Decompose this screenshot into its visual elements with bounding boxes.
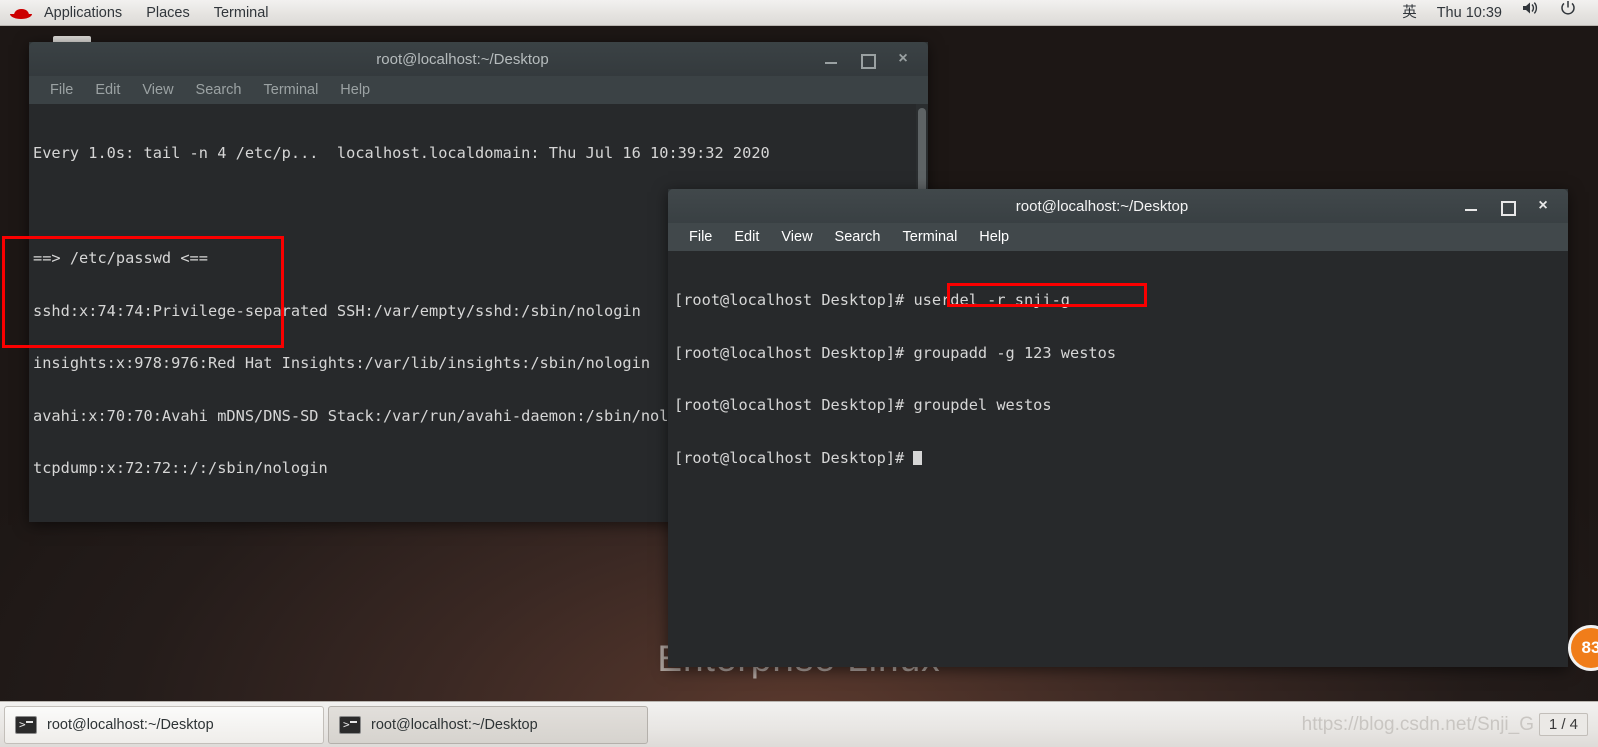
taskbar-button-label: root@localhost:~/Desktop — [371, 716, 538, 733]
menu-file[interactable]: File — [39, 80, 84, 100]
terminal-icon — [339, 715, 361, 734]
watch-header-line: Every 1.0s: tail -n 4 /etc/p... localhos… — [33, 144, 770, 162]
shell-line: [root@localhost Desktop]# userdel -r snj… — [674, 291, 1568, 310]
window2-title-bar[interactable]: root@localhost:~/Desktop × — [668, 189, 1568, 223]
menu-terminal[interactable]: Terminal — [892, 227, 969, 247]
input-method-indicator[interactable]: 英 — [1392, 0, 1427, 26]
window1-controls: × — [824, 51, 928, 69]
panel-menu-applications[interactable]: Applications — [32, 0, 134, 26]
shell-command: groupadd -g 123 westos — [913, 343, 1117, 362]
shell-command-highlighted: groupdel westos — [913, 396, 1052, 414]
window2-terminal-output[interactable]: [root@localhost Desktop]# userdel -r snj… — [668, 251, 1568, 667]
menu-search[interactable]: Search — [824, 227, 892, 247]
taskbar-button-label: root@localhost:~/Desktop — [47, 716, 214, 733]
text-cursor — [913, 450, 923, 465]
window1-title: root@localhost:~/Desktop — [376, 50, 549, 68]
menu-terminal[interactable]: Terminal — [253, 80, 330, 100]
clock[interactable]: Thu 10:39 — [1427, 0, 1512, 26]
maximize-icon[interactable] — [860, 52, 876, 69]
shell-prompt: [root@localhost Desktop]# — [674, 291, 914, 309]
menu-view[interactable]: View — [131, 80, 184, 100]
menu-help[interactable]: Help — [968, 227, 1020, 247]
menu-edit[interactable]: Edit — [84, 80, 131, 100]
terminal-icon — [15, 715, 37, 734]
watermark-text: https://blog.csdn.net/Snji_G — [1301, 713, 1534, 735]
terminal-window-active[interactable]: root@localhost:~/Desktop × File Edit Vie… — [668, 189, 1568, 667]
shell-line: [root@localhost Desktop]# groupdel westo… — [674, 396, 1568, 415]
top-panel: Applications Places Terminal 英 Thu 10:39 — [0, 0, 1598, 26]
window2-title: root@localhost:~/Desktop — [1015, 197, 1189, 215]
shell-command: userdel -r snji-g — [913, 291, 1071, 309]
window1-menu-bar: File Edit View Search Terminal Help — [29, 76, 928, 104]
power-icon[interactable] — [1550, 0, 1586, 26]
taskbar-right-area: https://blog.csdn.net/Snji_G 1 / 4 — [1302, 713, 1598, 736]
window1-title-bar[interactable]: root@localhost:~/Desktop × — [29, 42, 928, 76]
workspace-switcher[interactable]: 1 / 4 — [1538, 713, 1588, 736]
menu-edit[interactable]: Edit — [723, 227, 770, 247]
minimize-icon[interactable] — [1464, 199, 1478, 213]
shell-line-current: [root@localhost Desktop]# — [674, 448, 1568, 468]
taskbar-button-window1[interactable]: root@localhost:~/Desktop — [4, 705, 324, 744]
panel-menu-places[interactable]: Places — [134, 0, 202, 26]
panel-menu-terminal[interactable]: Terminal — [202, 0, 281, 26]
menu-view[interactable]: View — [770, 227, 823, 247]
menu-search[interactable]: Search — [185, 80, 253, 100]
menu-help[interactable]: Help — [329, 80, 381, 100]
shell-line: [root@localhost Desktop]# groupadd -g 12… — [674, 343, 1568, 363]
window2-menu-bar: File Edit View Search Terminal Help — [668, 223, 1568, 251]
shell-prompt: [root@localhost Desktop]# — [674, 396, 914, 414]
redhat-logo-icon[interactable] — [10, 5, 32, 21]
close-icon[interactable]: × — [1536, 198, 1550, 214]
taskbar: root@localhost:~/Desktop root@localhost:… — [0, 701, 1598, 747]
shell-prompt: [root@localhost Desktop]# — [674, 448, 914, 467]
taskbar-button-window2[interactable]: root@localhost:~/Desktop — [328, 705, 648, 744]
shell-prompt: [root@localhost Desktop]# — [674, 343, 914, 362]
close-icon[interactable]: × — [896, 51, 910, 67]
volume-icon[interactable] — [1512, 0, 1550, 26]
minimize-icon[interactable] — [824, 52, 838, 66]
maximize-icon[interactable] — [1500, 199, 1516, 216]
panel-status-area: 英 Thu 10:39 — [1392, 0, 1598, 26]
window2-controls: × — [1464, 198, 1568, 216]
menu-file[interactable]: File — [678, 227, 723, 247]
